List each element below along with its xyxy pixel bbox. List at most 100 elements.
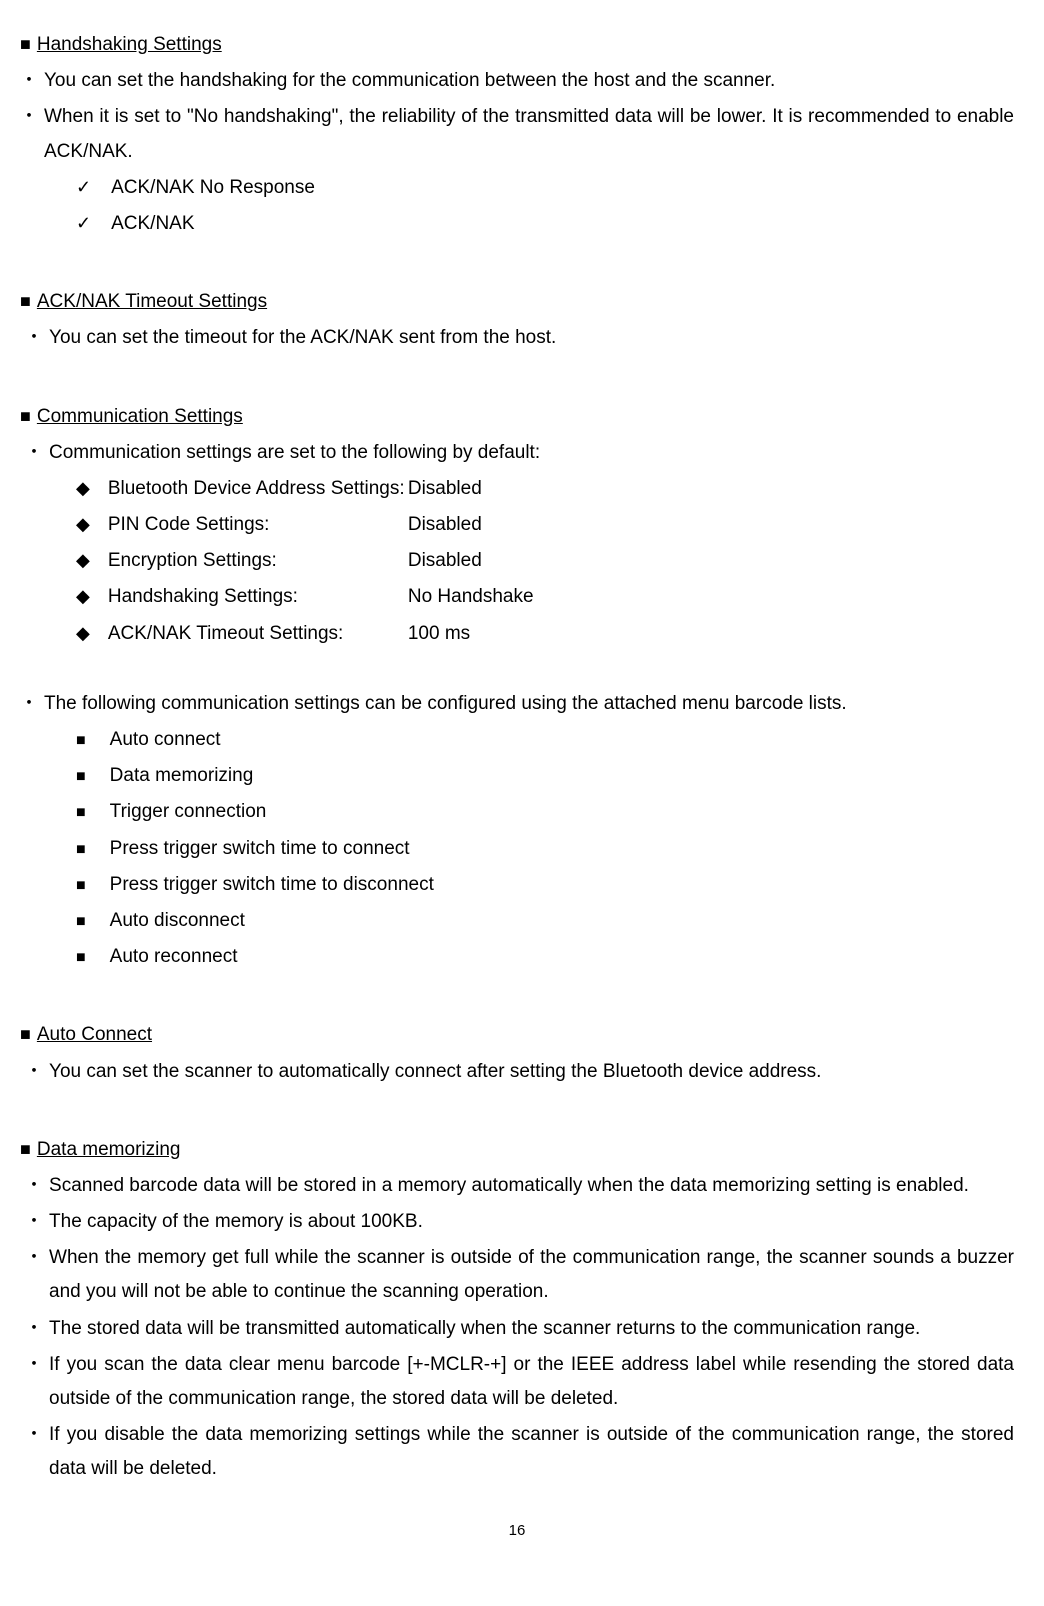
section-heading-datamem: ■ Data memorizing [20, 1133, 1014, 1167]
default-item: ◆ PIN Code Settings: Disabled [76, 508, 1014, 542]
square-item-icon: ■ [76, 836, 86, 865]
check-list: ✓ ACK/NAK No Response ✓ ACK/NAK [20, 171, 1014, 241]
check-icon: ✓ [76, 171, 91, 203]
dot-bullet-icon: ・ [20, 100, 38, 132]
check-item: ✓ ACK/NAK [76, 207, 1014, 241]
square-item-icon: ■ [76, 799, 86, 828]
setting-value: Disabled [408, 508, 482, 542]
default-item: ◆ Bluetooth Device Address Settings: Dis… [76, 472, 1014, 506]
dot-bullet-icon: ・ [20, 1241, 43, 1273]
square-bullet-icon: ■ [20, 1018, 31, 1050]
dot-bullet-icon: ・ [20, 1169, 43, 1201]
square-item-icon: ■ [76, 872, 86, 901]
square-item-icon: ■ [76, 727, 86, 756]
default-item: ◆ Encryption Settings: Disabled [76, 544, 1014, 578]
bullet-text: If you disable the data memorizing setti… [49, 1418, 1014, 1486]
diamond-icon: ◆ [76, 472, 90, 504]
bullet-text: When it is set to "No handshaking", the … [44, 100, 1014, 168]
diamond-icon: ◆ [76, 580, 90, 612]
bullet-item: ・ You can set the handshaking for the co… [20, 64, 1014, 98]
square-bullet-icon: ■ [20, 28, 31, 60]
menu-list: ■ Auto connect ■ Data memorizing ■ Trigg… [20, 723, 1014, 974]
square-item-icon: ■ [76, 763, 86, 792]
dot-bullet-icon: ・ [20, 1418, 43, 1450]
default-item: ◆ ACK/NAK Timeout Settings: 100 ms [76, 617, 1014, 651]
setting-value: 100 ms [408, 617, 470, 651]
setting-value: Disabled [408, 544, 482, 578]
menu-item: ■ Press trigger switch time to connect [76, 832, 1014, 866]
menu-item: ■ Data memorizing [76, 759, 1014, 793]
square-bullet-icon: ■ [20, 400, 31, 432]
bullet-item: ・ If you disable the data memorizing set… [20, 1418, 1014, 1486]
setting-label: Encryption Settings: [108, 544, 408, 578]
check-text: ACK/NAK No Response [111, 171, 315, 205]
menu-item: ■ Auto reconnect [76, 940, 1014, 974]
heading-text: Communication Settings [37, 400, 243, 434]
default-item: ◆ Handshaking Settings: No Handshake [76, 580, 1014, 614]
heading-text: Data memorizing [37, 1133, 181, 1167]
setting-label: PIN Code Settings: [108, 508, 408, 542]
bullet-item: ・ When the memory get full while the sca… [20, 1241, 1014, 1309]
bullet-item: ・ You can set the scanner to automatical… [20, 1055, 1014, 1089]
bullet-item: ・ The following communication settings c… [20, 687, 1014, 721]
heading-text: Handshaking Settings [37, 28, 222, 62]
bullet-item: ・ Communication settings are set to the … [20, 436, 1014, 470]
dot-bullet-icon: ・ [20, 64, 38, 96]
section-heading-autoconnect: ■ Auto Connect [20, 1018, 1014, 1052]
section-heading-acknak: ■ ACK/NAK Timeout Settings [20, 285, 1014, 319]
dot-bullet-icon: ・ [20, 436, 43, 468]
bullet-text: The stored data will be transmitted auto… [49, 1312, 1014, 1346]
diamond-icon: ◆ [76, 544, 90, 576]
bullet-text: The capacity of the memory is about 100K… [49, 1205, 1014, 1239]
menu-item: ■ Trigger connection [76, 795, 1014, 829]
setting-label: Bluetooth Device Address Settings: [108, 472, 408, 506]
bullet-item: ・ You can set the timeout for the ACK/NA… [20, 321, 1014, 355]
menu-item: ■ Press trigger switch time to disconnec… [76, 868, 1014, 902]
menu-text: Auto reconnect [110, 940, 238, 974]
menu-text: Press trigger switch time to connect [110, 832, 410, 866]
menu-item: ■ Auto disconnect [76, 904, 1014, 938]
square-item-icon: ■ [76, 908, 86, 937]
check-item: ✓ ACK/NAK No Response [76, 171, 1014, 205]
bullet-text: Communication settings are set to the fo… [49, 436, 1014, 470]
check-text: ACK/NAK [111, 207, 194, 241]
bullet-item: ・ When it is set to "No handshaking", th… [20, 100, 1014, 168]
bullet-item: ・ The capacity of the memory is about 10… [20, 1205, 1014, 1239]
bullet-text: You can set the scanner to automatically… [49, 1055, 1014, 1089]
page-number: 16 [20, 1517, 1014, 1544]
bullet-text: The following communication settings can… [44, 687, 1014, 721]
setting-value: Disabled [408, 472, 482, 506]
setting-label: Handshaking Settings: [108, 580, 408, 614]
menu-text: Press trigger switch time to disconnect [110, 868, 434, 902]
bullet-item: ・ Scanned barcode data will be stored in… [20, 1169, 1014, 1203]
square-bullet-icon: ■ [20, 285, 31, 317]
heading-text: Auto Connect [37, 1018, 152, 1052]
bullet-text: Scanned barcode data will be stored in a… [49, 1169, 1014, 1203]
setting-label: ACK/NAK Timeout Settings: [108, 617, 408, 651]
bullet-text: You can set the handshaking for the comm… [44, 64, 1014, 98]
menu-text: Auto connect [110, 723, 221, 757]
bullet-item: ・ If you scan the data clear menu barcod… [20, 1348, 1014, 1416]
setting-value: No Handshake [408, 580, 534, 614]
menu-text: Auto disconnect [110, 904, 245, 938]
menu-item: ■ Auto connect [76, 723, 1014, 757]
dot-bullet-icon: ・ [20, 687, 38, 719]
defaults-list: ◆ Bluetooth Device Address Settings: Dis… [20, 472, 1014, 651]
bullet-item: ・ The stored data will be transmitted au… [20, 1312, 1014, 1346]
diamond-icon: ◆ [76, 617, 90, 649]
dot-bullet-icon: ・ [20, 1348, 43, 1380]
bullet-text: You can set the timeout for the ACK/NAK … [49, 321, 1014, 355]
check-icon: ✓ [76, 207, 91, 239]
menu-text: Trigger connection [110, 795, 267, 829]
dot-bullet-icon: ・ [20, 321, 43, 353]
square-bullet-icon: ■ [20, 1133, 31, 1165]
square-item-icon: ■ [76, 944, 86, 973]
menu-text: Data memorizing [110, 759, 254, 793]
section-heading-handshaking: ■ Handshaking Settings [20, 28, 1014, 62]
bullet-text: If you scan the data clear menu barcode … [49, 1348, 1014, 1416]
section-heading-comm: ■ Communication Settings [20, 400, 1014, 434]
heading-text: ACK/NAK Timeout Settings [37, 285, 267, 319]
dot-bullet-icon: ・ [20, 1312, 43, 1344]
bullet-text: When the memory get full while the scann… [49, 1241, 1014, 1309]
dot-bullet-icon: ・ [20, 1205, 43, 1237]
